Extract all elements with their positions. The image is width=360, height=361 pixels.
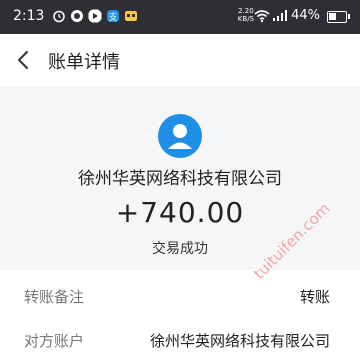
nav-bar: 账单详情: [0, 34, 360, 86]
detail-row-account: 对方账户 徐州华英网络科技有限公司: [0, 322, 360, 358]
transaction-summary: 徐州华英网络科技有限公司 +740.00 交易成功: [0, 86, 360, 270]
merchant-name: 徐州华英网络科技有限公司: [78, 169, 282, 189]
user-icon: [168, 124, 192, 149]
back-arrow-icon[interactable]: [12, 48, 36, 72]
detail-label: 转账备注: [24, 288, 85, 306]
transaction-status: 交易成功: [152, 241, 208, 257]
detail-row-note: 转账备注 转账: [0, 278, 360, 314]
merchant-avatar: [158, 114, 202, 158]
transaction-details: 转账备注 转账 对方账户 徐州华英网络科技有限公司: [0, 270, 360, 361]
chat-app-icon: [71, 10, 83, 22]
alarm-icon: [53, 10, 65, 23]
status-bar: 2:13 支 2.20 KB/S 44%: [0, 0, 360, 34]
detail-value: 徐州华英网络科技有限公司: [149, 332, 330, 350]
signal-icon: [273, 10, 287, 21]
battery-text: 44%: [291, 8, 320, 23]
status-time: 2:13: [13, 8, 45, 24]
network-speed: 2.20 KB/S: [238, 7, 254, 23]
game-app-icon: [125, 11, 137, 21]
alipay-icon: 支: [107, 10, 119, 23]
wifi-icon: [254, 10, 270, 23]
svg-text:支: 支: [108, 11, 117, 23]
network-speed-unit: KB/S: [237, 15, 254, 23]
battery-icon: [327, 11, 350, 23]
detail-label: 对方账户: [24, 332, 85, 350]
battery-fill: [329, 13, 337, 20]
network-speed-value: 2.20: [238, 7, 254, 15]
page-title: 账单详情: [48, 52, 120, 73]
detail-value: 转账: [299, 288, 330, 306]
play-app-icon: [88, 9, 102, 23]
